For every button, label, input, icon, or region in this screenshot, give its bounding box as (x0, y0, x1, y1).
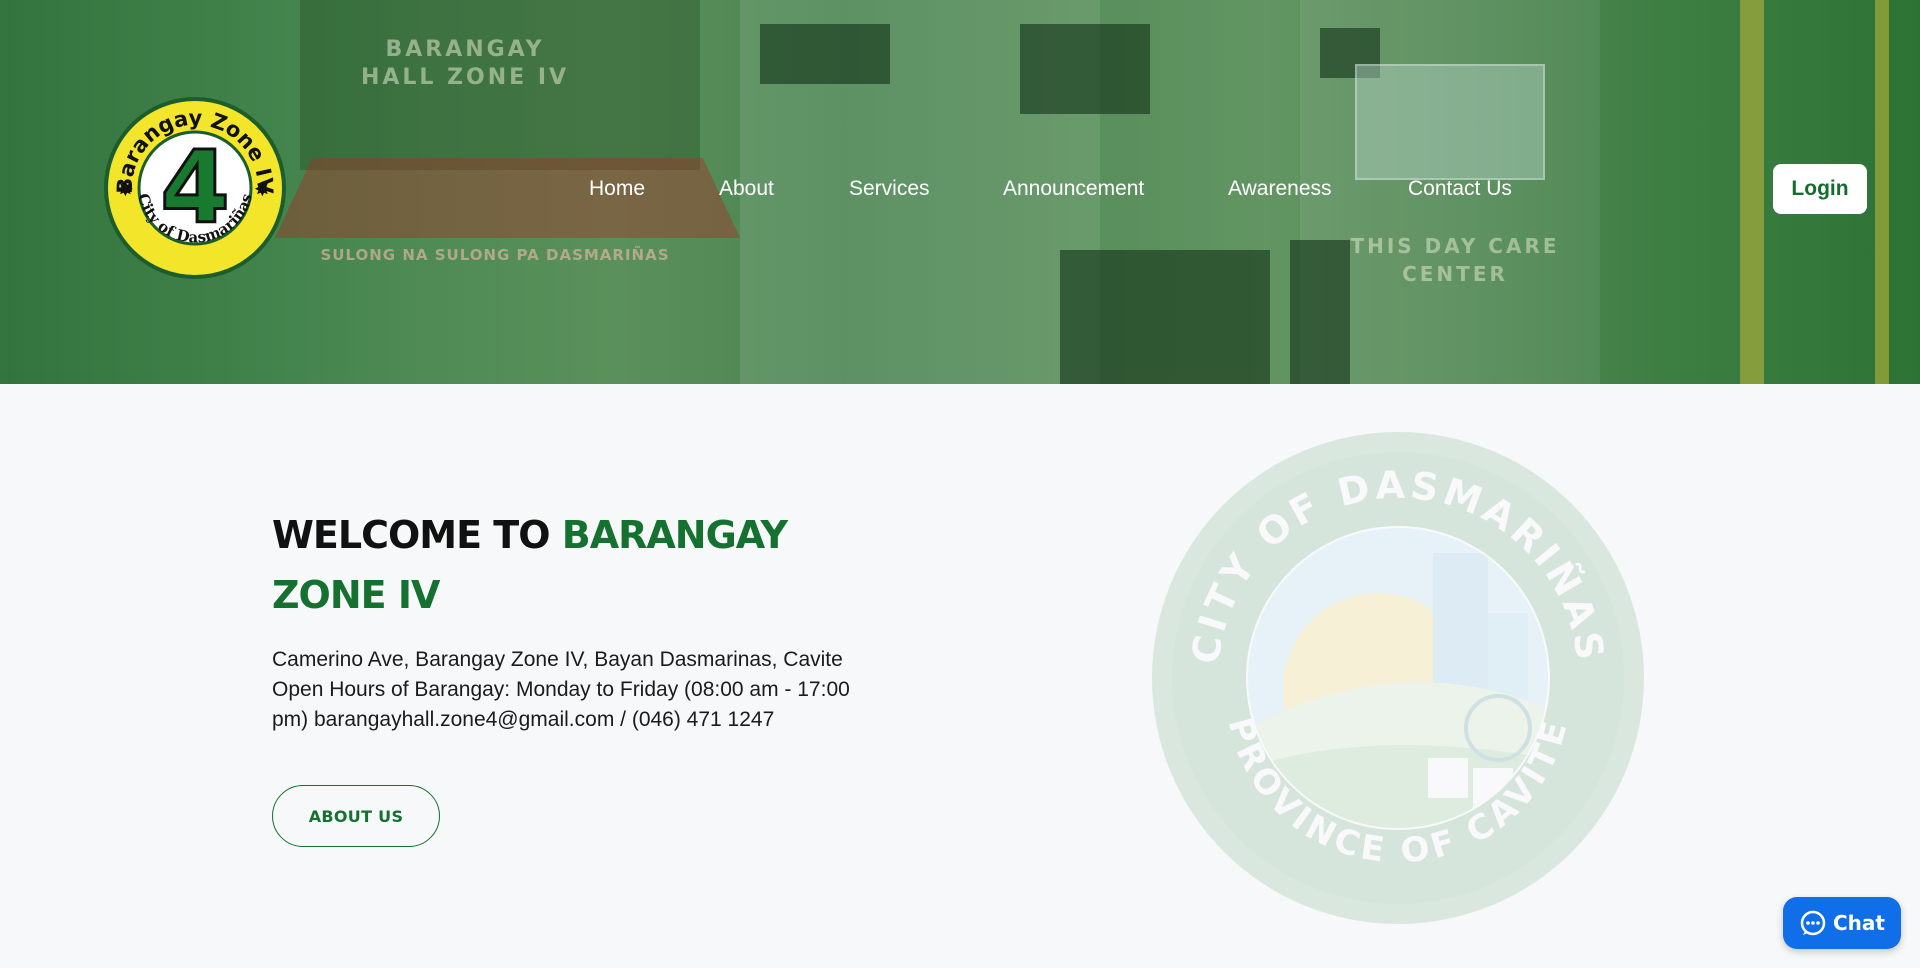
address-text: Camerino Ave, Barangay Zone IV, Bayan Da… (272, 648, 850, 731)
hero-window (760, 24, 890, 84)
hero-window (1020, 24, 1150, 114)
tent-text: SULONG NA SULONG PA DASMARIÑAS (320, 246, 670, 264)
chat-button[interactable]: Chat (1783, 897, 1901, 949)
nav-home[interactable]: Home (589, 177, 645, 201)
nav-announcement[interactable]: Announcement (1003, 177, 1144, 201)
chat-label: Chat (1833, 911, 1885, 935)
hero-pole (1875, 0, 1889, 384)
hero-pole (1740, 0, 1764, 384)
logo-number: 4 (160, 129, 230, 246)
chat-bubble-icon (1800, 910, 1826, 936)
welcome-title-prefix: WELCOME TO (272, 513, 562, 557)
nav-about[interactable]: About (719, 177, 774, 201)
nav-contact-us[interactable]: Contact Us (1408, 177, 1512, 201)
hero-tent (275, 158, 740, 238)
about-us-button[interactable]: ABOUT US (272, 785, 440, 847)
star-icon: ✸ (254, 177, 271, 201)
nav-awareness[interactable]: Awareness (1228, 177, 1332, 201)
login-button[interactable]: Login (1773, 164, 1867, 214)
hall-sign-text: BARANGAY HALL ZONE IV (360, 37, 570, 90)
barangay-logo[interactable]: Barangay Zone IV City of Dasmariñas 4 ✸ … (102, 95, 288, 281)
nav-services[interactable]: Services (849, 177, 930, 201)
hero-doorway (1060, 250, 1270, 384)
city-seal-watermark: CITY OF DASMARIÑAS PROVINCE OF CAVITE (1152, 432, 1644, 924)
hero-poster (1355, 64, 1545, 180)
welcome-title: WELCOME TO BARANGAY ZONE IV (272, 505, 872, 625)
daycare-sign-text: THIS DAY CARE CENTER (1350, 234, 1560, 286)
star-icon: ✸ (117, 177, 134, 201)
hero-banner: BARANGAY HALL ZONE IV THIS DAY CARE CENT… (0, 0, 1920, 384)
